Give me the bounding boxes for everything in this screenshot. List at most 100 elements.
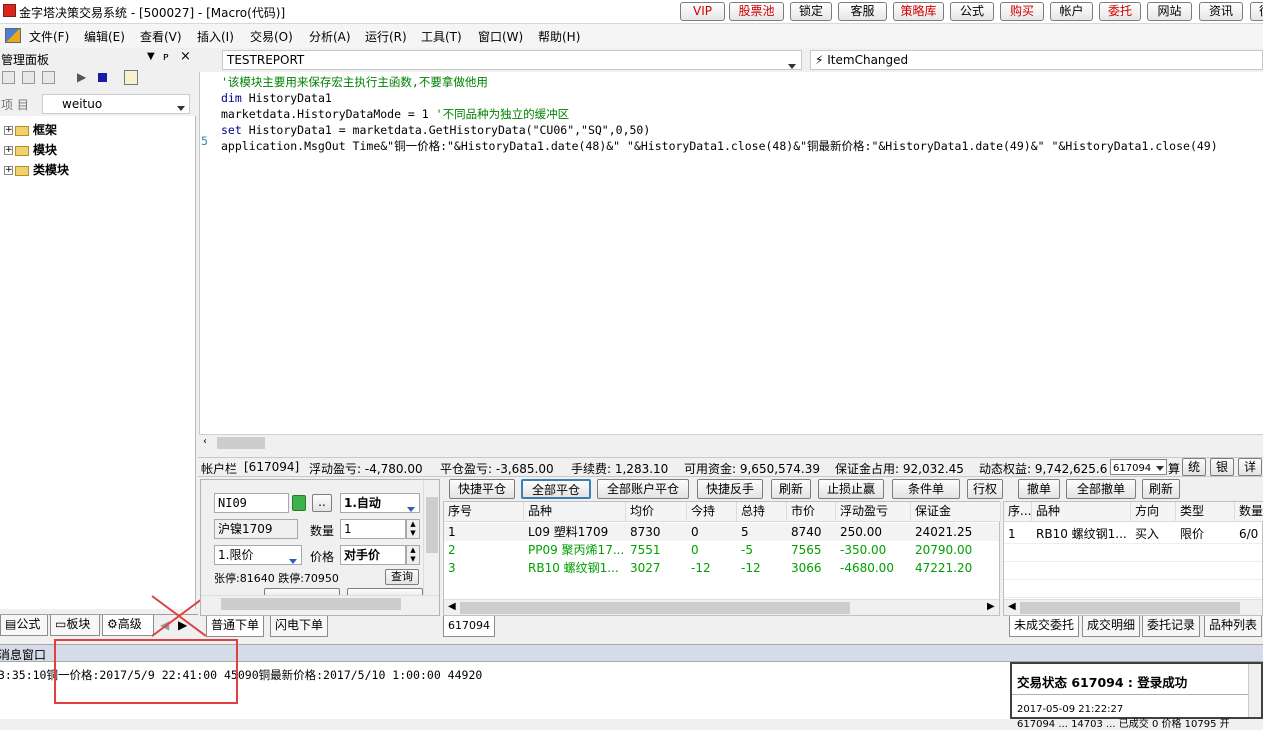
toolbar-button-1[interactable]: 股票池 bbox=[729, 2, 784, 21]
table-row[interactable]: 1 L09 塑料1709 8730 0 5 8740 250.00 24021.25 bbox=[444, 523, 999, 541]
positions-hscroll[interactable]: ◀ ▶ bbox=[444, 599, 999, 615]
event-combo[interactable]: ⚡ ItemChanged bbox=[810, 50, 1263, 70]
conditional-order-button[interactable]: 条件单 bbox=[892, 479, 960, 499]
close-all-accounts-button[interactable]: 全部账户平仓 bbox=[597, 479, 689, 499]
toolbar-button-4[interactable]: 策略库 bbox=[893, 2, 944, 21]
toolbar-button-6[interactable]: 购买 bbox=[1000, 2, 1044, 21]
tab-normal-order[interactable]: 普通下单 bbox=[206, 616, 265, 637]
column-header[interactable]: 类型 bbox=[1176, 502, 1235, 522]
table-row[interactable]: 1 RB10 螺纹钢1... 买入 限价 6/0 bbox=[1004, 525, 1262, 543]
menu-run[interactable]: 运行(R) bbox=[365, 28, 407, 45]
cancel-all-button[interactable]: 全部撤单 bbox=[1066, 479, 1136, 499]
menu-file[interactable]: 文件(F) bbox=[29, 28, 69, 45]
quick-close-button[interactable]: 快捷平仓 bbox=[449, 479, 515, 499]
play-icon[interactable]: ▶ bbox=[77, 70, 86, 84]
toolbar-button-3[interactable]: 客服 bbox=[838, 2, 887, 21]
orders-hscroll[interactable]: ◀ bbox=[1004, 599, 1262, 615]
lock-icon[interactable] bbox=[292, 495, 306, 511]
project-select[interactable]: weituo bbox=[42, 94, 190, 114]
column-header[interactable]: 均价 bbox=[626, 502, 687, 522]
scroll-thumb[interactable] bbox=[217, 437, 265, 449]
menu-window[interactable]: 窗口(W) bbox=[478, 28, 523, 45]
toolbar-button-2[interactable]: 锁定 bbox=[790, 2, 832, 21]
close-icon[interactable]: × bbox=[180, 49, 191, 64]
column-header[interactable]: 保证金 bbox=[911, 502, 1001, 522]
toolbar-button-5[interactable]: 公式 bbox=[950, 2, 994, 21]
price-type-select[interactable]: 1.限价 bbox=[214, 545, 302, 565]
toolbar-button-7[interactable]: 帐户 bbox=[1050, 2, 1093, 21]
column-header[interactable]: 市价 bbox=[787, 502, 836, 522]
tab-account-617094[interactable]: 617094 bbox=[443, 616, 495, 637]
scroll-thumb[interactable] bbox=[1020, 602, 1240, 614]
document-icon[interactable] bbox=[124, 70, 138, 85]
refresh-button[interactable]: 刷新 bbox=[771, 479, 811, 499]
code-editor[interactable]: '该模块主要用来保存宏主执行主函数,不要拿做他用 dim HistoryData… bbox=[199, 72, 1263, 434]
column-header[interactable]: 品种 bbox=[1032, 502, 1131, 522]
code-line-5[interactable]: application.MsgOut Time&"铜一价格:"&HistoryD… bbox=[221, 138, 1218, 154]
panel-menu-icon[interactable]: ▼ bbox=[147, 51, 155, 62]
quantity-stepper[interactable]: 1 bbox=[340, 519, 406, 539]
code-line-3[interactable]: marketdata.HistoryDataMode = 1 '不同品种为独立的… bbox=[221, 106, 569, 122]
scroll-right-icon[interactable]: ▶ bbox=[987, 601, 995, 612]
column-header[interactable]: 总持 bbox=[737, 502, 787, 522]
scroll-left-icon[interactable]: ‹ bbox=[203, 436, 207, 447]
menu-tools[interactable]: 工具(T) bbox=[421, 28, 462, 45]
scroll-thumb[interactable] bbox=[221, 598, 401, 610]
menu-view[interactable]: 查看(V) bbox=[140, 28, 182, 45]
editor-scrollbar[interactable]: ‹ bbox=[199, 434, 1263, 450]
pin-icon[interactable]: ᴘ bbox=[163, 50, 169, 63]
bank-button[interactable]: 银 bbox=[1210, 458, 1234, 476]
toolbar-button-9[interactable]: 网站 bbox=[1147, 2, 1192, 21]
exercise-button[interactable]: 行权 bbox=[967, 479, 1003, 499]
tab-order-history[interactable]: 委托记录 bbox=[1142, 616, 1201, 637]
tree-item-module[interactable]: + 模块 bbox=[4, 141, 57, 159]
cancel-order-button[interactable]: 撤单 bbox=[1018, 479, 1060, 499]
detail-button[interactable]: 详 bbox=[1238, 458, 1262, 476]
app-menu-icon[interactable] bbox=[5, 28, 21, 43]
tab-instruments[interactable]: 品种列表 bbox=[1204, 616, 1263, 637]
column-header[interactable]: 序... bbox=[1004, 502, 1032, 522]
stats-button[interactable]: 统 bbox=[1182, 458, 1206, 476]
quick-reverse-button[interactable]: 快捷反手 bbox=[697, 479, 763, 499]
code-line-2[interactable]: dim HistoryData1 bbox=[221, 90, 332, 106]
orders-refresh-button[interactable]: 刷新 bbox=[1142, 479, 1180, 499]
more-button[interactable]: .. bbox=[312, 494, 332, 512]
tab-sector[interactable]: ▭板块 bbox=[50, 615, 100, 636]
column-header[interactable]: 数量 bbox=[1235, 502, 1263, 522]
toolbar-button-0[interactable]: VIP bbox=[680, 2, 725, 21]
popup-scrollbar[interactable] bbox=[1248, 664, 1261, 717]
spin-buttons[interactable]: ▲ ▼ bbox=[406, 545, 420, 565]
stop-icon[interactable] bbox=[98, 73, 107, 82]
scroll-thumb[interactable] bbox=[460, 602, 850, 614]
tab-open-orders[interactable]: 未成交委托 bbox=[1009, 616, 1080, 637]
tab-trades[interactable]: 成交明细 bbox=[1082, 616, 1141, 637]
list-icon[interactable] bbox=[22, 71, 35, 84]
spin-buttons[interactable]: ▲ ▼ bbox=[406, 519, 420, 539]
tab-flash-order[interactable]: 闪电下单 bbox=[270, 616, 329, 637]
module-combo[interactable]: TESTREPORT bbox=[222, 50, 802, 70]
column-header[interactable]: 浮动盈亏 bbox=[836, 502, 911, 522]
expand-icon[interactable]: + bbox=[4, 146, 13, 155]
scroll-left-icon[interactable]: ◀ bbox=[1008, 601, 1016, 612]
order-vscroll[interactable] bbox=[423, 481, 439, 594]
menu-help[interactable]: 帮助(H) bbox=[538, 28, 580, 45]
tree-item-frame[interactable]: + 框架 bbox=[4, 121, 57, 139]
toolbar-button-8[interactable]: 委托 bbox=[1099, 2, 1141, 21]
column-header[interactable]: 今持 bbox=[687, 502, 737, 522]
menu-insert[interactable]: 插入(I) bbox=[197, 28, 234, 45]
tab-formula[interactable]: ▤公式 bbox=[0, 615, 48, 636]
column-header[interactable]: 品种 bbox=[524, 502, 626, 522]
grid-icon[interactable] bbox=[2, 71, 15, 84]
tab-advanced[interactable]: ⚙高级 bbox=[102, 615, 154, 636]
table-row[interactable]: 3 RB10 螺纹钢1... 3027 -12 -12 3066 -4680.00 47221… bbox=[444, 559, 999, 577]
column-header[interactable]: 序号 bbox=[444, 502, 524, 522]
mode-select[interactable]: 1.自动 bbox=[340, 493, 420, 513]
toolbar-button-11[interactable]: 後 bbox=[1250, 2, 1263, 21]
close-all-button[interactable]: 全部平仓 bbox=[521, 479, 591, 499]
menu-edit[interactable]: 编辑(E) bbox=[84, 28, 125, 45]
query-button[interactable]: 查询 bbox=[385, 569, 419, 585]
code-line-4[interactable]: set HistoryData1 = marketdata.GetHistory… bbox=[221, 122, 650, 138]
order-hscroll[interactable] bbox=[201, 595, 439, 611]
table-row[interactable]: 2 PP09 聚丙烯17... 7551 0 -5 7565 -350.00 20790.00 bbox=[444, 541, 999, 559]
menu-trade[interactable]: 交易(O) bbox=[250, 28, 293, 45]
